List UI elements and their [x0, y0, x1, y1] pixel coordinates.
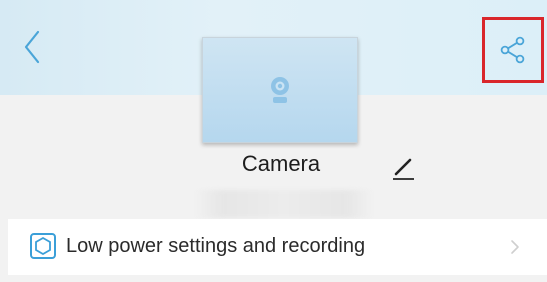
chevron-right-icon — [511, 240, 519, 254]
device-detail-screen: Camera Low power settings and recording — [0, 0, 547, 282]
back-button[interactable] — [18, 28, 48, 66]
device-thumbnail[interactable] — [202, 37, 358, 143]
edit-name-button[interactable] — [390, 152, 420, 182]
power-settings-icon — [30, 233, 56, 259]
pencil-icon — [393, 158, 414, 180]
camera-icon — [271, 77, 289, 103]
chevron-left-icon — [24, 30, 40, 64]
share-button[interactable] — [482, 17, 544, 83]
device-name: Camera — [241, 151, 321, 176]
obscured-device-id — [195, 190, 373, 218]
share-icon — [500, 36, 525, 64]
low-power-settings-label: Low power settings and recording — [66, 235, 366, 257]
low-power-settings-row[interactable]: Low power settings and recording — [8, 219, 547, 275]
